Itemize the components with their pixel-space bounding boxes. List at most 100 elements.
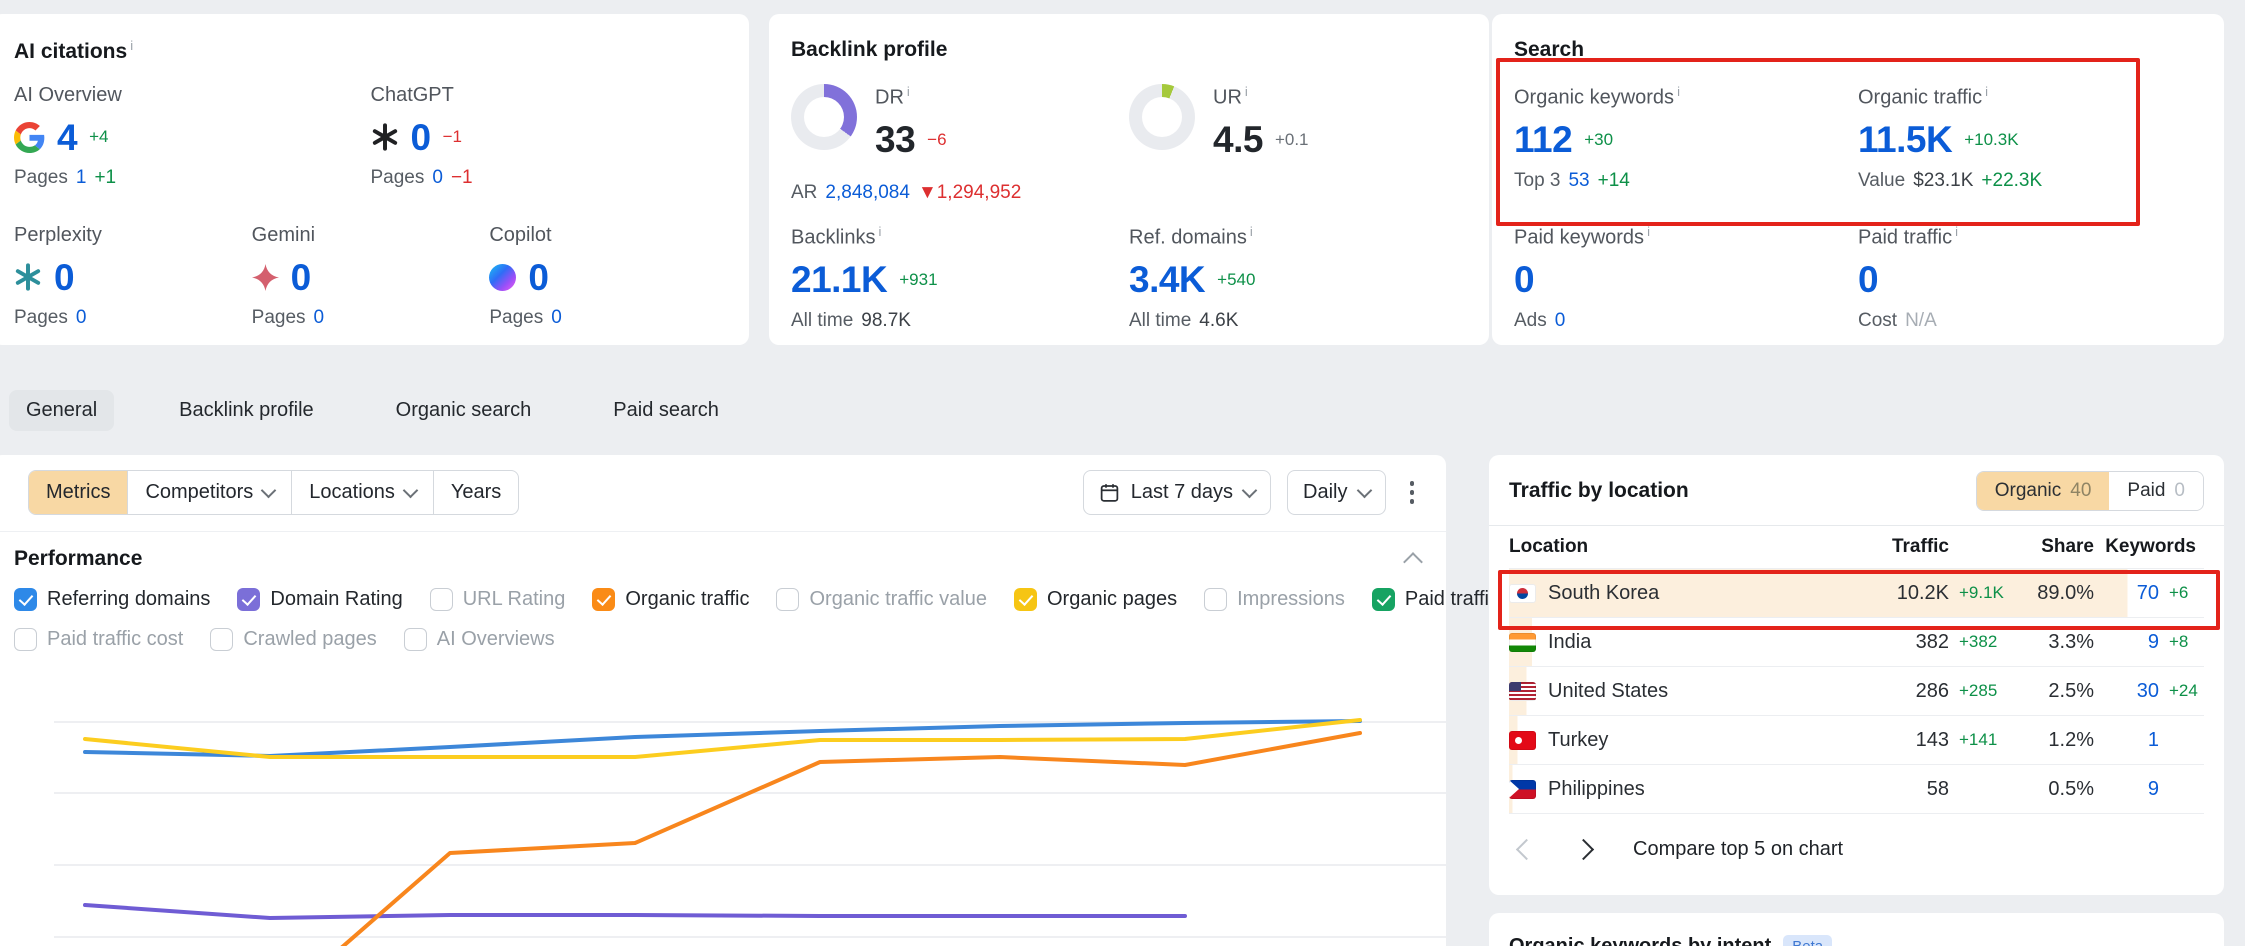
metric-checkbox-organic-traffic-value[interactable]: Organic traffic value — [776, 588, 987, 611]
checkbox-label: Organic traffic — [625, 588, 749, 611]
keywords-delta: +24 — [2159, 681, 2204, 701]
traffic-delta: +382 — [1949, 632, 2029, 652]
metric-checkbox-organic-traffic[interactable]: Organic traffic — [592, 588, 749, 611]
metric-checkbox-domain-rating[interactable]: Domain Rating — [237, 588, 402, 611]
search-card: SearchOrganic keywordsi112+30Top 353+14O… — [1492, 14, 2224, 345]
tab-general[interactable]: General — [9, 390, 114, 431]
chevron-down-icon — [1356, 482, 1372, 498]
filter-segment-competitors[interactable]: Competitors — [127, 471, 291, 514]
ref-domains-block: Ref. domainsi3.4K+540All time4.6K — [1129, 224, 1467, 332]
metric-checkbox-paid-traffic[interactable]: Paid traffic — [1372, 588, 1499, 611]
traffic-value: 10.2K — [1779, 582, 1949, 605]
info-icon[interactable]: i — [1985, 84, 1988, 99]
location-row-ph[interactable]: Philippines580.5%9 — [1509, 764, 2204, 813]
tab-backlink-profile[interactable]: Backlink profile — [162, 390, 331, 431]
metric-checkbox-ai-overviews[interactable]: AI Overviews — [404, 628, 555, 651]
info-icon[interactable]: i — [1647, 224, 1650, 239]
url-rating-block: URi4.5+0.1 — [1129, 84, 1467, 204]
checkbox-checked[interactable] — [14, 588, 37, 611]
chevron-down-icon — [1242, 482, 1258, 498]
copilot-value: 0 — [528, 259, 548, 296]
metric-checkbox-url-rating[interactable]: URL Rating — [430, 588, 566, 611]
domain-rating-delta: −6 — [927, 130, 946, 150]
checkbox-unchecked[interactable] — [430, 588, 453, 611]
gemini-label: Gemini — [252, 224, 490, 247]
checkbox-unchecked[interactable] — [776, 588, 799, 611]
location-name: Philippines — [1548, 778, 1645, 801]
organic-traffic-block: Organic traffici11.5K+10.3KValue$23.1K+2… — [1858, 84, 2202, 192]
location-row-kr[interactable]: South Korea10.2K+9.1K89.0%70+6 — [1509, 568, 2204, 617]
ai-citations-card: AI citationsiAI Overview4+4Pages1+1ChatG… — [0, 14, 749, 345]
compare-top5-link[interactable]: Compare top 5 on chart — [1633, 838, 1843, 861]
tab-organic-search[interactable]: Organic search — [379, 390, 549, 431]
metric-checkbox-paid-traffic-cost[interactable]: Paid traffic cost — [14, 628, 183, 651]
sub-segment: 1 — [76, 167, 87, 189]
location-name-cell: South Korea — [1509, 582, 1779, 605]
paid-traffic-subline: CostN/A — [1858, 310, 2202, 332]
location-row-in[interactable]: India382+3823.3%9+8 — [1509, 617, 2204, 666]
location-row-tr[interactable]: Turkey143+1411.2%1 — [1509, 715, 2204, 764]
next-page-icon[interactable] — [1573, 839, 1594, 860]
checkbox-unchecked[interactable] — [210, 628, 233, 651]
metric-row: Backlinksi21.1K+931All time98.7KRef. dom… — [791, 224, 1467, 332]
filter-segment-metrics[interactable]: Metrics — [29, 471, 127, 514]
info-icon[interactable]: i — [907, 84, 910, 99]
filter-segment-locations[interactable]: Locations — [291, 471, 433, 514]
organic-keywords-delta: +30 — [1584, 130, 1613, 150]
info-icon[interactable]: i — [130, 38, 133, 53]
info-icon[interactable]: i — [1955, 224, 1958, 239]
sub-segment: N/A — [1905, 310, 1937, 332]
checkbox-checked[interactable] — [592, 588, 615, 611]
collapse-section-icon[interactable] — [1403, 552, 1423, 572]
checkbox-checked[interactable] — [1014, 588, 1037, 611]
date-range-button[interactable]: Last 7 days — [1083, 470, 1271, 515]
granularity-button[interactable]: Daily — [1287, 470, 1385, 515]
domain-rating-value: 33 — [875, 121, 915, 158]
share-value: 0.5% — [2029, 778, 2094, 801]
sub-segment: 98.7K — [861, 310, 911, 332]
copilot-subline: Pages0 — [489, 307, 727, 329]
filter-segment-years[interactable]: Years — [433, 471, 518, 514]
info-icon[interactable]: i — [1250, 224, 1253, 239]
metric-checkbox-referring-domains[interactable]: Referring domains — [14, 588, 210, 611]
checkbox-row: Referring domains Domain Rating URL Rating… — [14, 588, 1424, 611]
more-options-button[interactable] — [1402, 473, 1423, 512]
sub-segment: Pages — [252, 307, 306, 329]
granularity-label: Daily — [1303, 481, 1347, 504]
ref-domains-label: Ref. domainsi — [1129, 224, 1467, 250]
info-icon[interactable]: i — [878, 224, 881, 239]
tab-paid-search[interactable]: Paid search — [596, 390, 736, 431]
location-name: India — [1548, 631, 1591, 654]
sub-segment: Pages — [371, 167, 425, 189]
intent-panel: Organic keywords by intent Beta — [1489, 913, 2224, 946]
checkbox-label: Paid traffic — [1405, 588, 1499, 611]
toggle-organic[interactable]: Organic 40 — [1977, 472, 2110, 510]
sub-segment: All time — [1129, 310, 1191, 332]
toggle-paid[interactable]: Paid 0 — [2109, 472, 2203, 510]
traffic-delta: +141 — [1949, 730, 2029, 750]
info-icon[interactable]: i — [1677, 84, 1680, 99]
checkbox-checked[interactable] — [237, 588, 260, 611]
performance-header: Performance — [14, 547, 1420, 571]
location-row-us[interactable]: United States286+2852.5%30+24 — [1509, 666, 2204, 715]
metric-row: DRi33−6AR2,848,084▼1,294,952URi4.5+0.1 — [791, 84, 1467, 204]
metric-row: Paid keywordsi0Ads0Paid traffici0CostN/A — [1514, 224, 2202, 332]
share-value: 3.3% — [2029, 631, 2094, 654]
checkbox-unchecked[interactable] — [14, 628, 37, 651]
ai-card-title: AI citationsi — [14, 38, 133, 64]
location-name: Turkey — [1548, 729, 1608, 752]
info-icon[interactable]: i — [1245, 84, 1248, 99]
toggle-paid-label: Paid — [2127, 480, 2165, 502]
gemini-block: Gemini0Pages0 — [252, 224, 490, 329]
metric-checkbox-crawled-pages[interactable]: Crawled pages — [210, 628, 376, 651]
url-rating-delta: +0.1 — [1275, 130, 1309, 150]
sub-segment: 0 — [551, 307, 562, 329]
checkbox-checked[interactable] — [1372, 588, 1395, 611]
metric-checkbox-impressions[interactable]: Impressions — [1204, 588, 1345, 611]
backlinks-subline: All time98.7K — [791, 310, 1129, 332]
organic-keywords-block: Organic keywordsi112+30Top 353+14 — [1514, 84, 1858, 192]
prev-page-icon[interactable] — [1516, 839, 1537, 860]
metric-checkbox-organic-pages[interactable]: Organic pages — [1014, 588, 1177, 611]
checkbox-unchecked[interactable] — [404, 628, 427, 651]
checkbox-unchecked[interactable] — [1204, 588, 1227, 611]
